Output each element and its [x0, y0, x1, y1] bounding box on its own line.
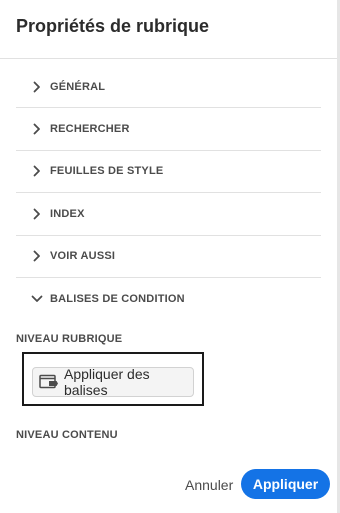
section-label: GÉNÉRAL: [50, 80, 106, 93]
panel-title: Propriétés de rubrique: [16, 16, 210, 36]
apply-tags-button[interactable]: Appliquer des balises: [32, 366, 194, 398]
content-level-label: NIVEAU CONTENU: [16, 429, 118, 441]
chevron-right-icon: [28, 207, 46, 221]
section-label: FEUILLES DE STYLE: [50, 165, 164, 178]
chevron-down-icon: [28, 292, 46, 306]
title-divider: [0, 58, 337, 59]
section-see-also[interactable]: VOIR AUSSI: [16, 236, 321, 278]
apply-tags-icon: [39, 374, 59, 390]
chevron-right-icon: [28, 122, 46, 136]
section-label: BALISES DE CONDITION: [50, 293, 185, 306]
section-label: VOIR AUSSI: [50, 250, 116, 263]
section-label: INDEX: [50, 207, 85, 220]
chevron-right-icon: [28, 80, 46, 94]
section-stylesheets[interactable]: FEUILLES DE STYLE: [16, 151, 321, 194]
cancel-button[interactable]: Annuler: [185, 477, 233, 493]
chevron-right-icon: [28, 249, 46, 263]
sections-list: GÉNÉRAL RECHERCHER FEUILLES DE STYLE IND…: [16, 66, 321, 320]
section-general[interactable]: GÉNÉRAL: [16, 66, 321, 109]
section-search[interactable]: RECHERCHER: [16, 108, 321, 151]
chevron-right-icon: [28, 164, 46, 178]
section-index[interactable]: INDEX: [16, 193, 321, 236]
section-label: RECHERCHER: [50, 123, 130, 136]
topic-level-label: NIVEAU RUBRIQUE: [16, 333, 123, 345]
apply-tags-label: Appliquer des balises: [64, 366, 150, 398]
topic-properties-panel: Propriétés de rubrique GÉNÉRAL RECHERCHE…: [0, 0, 337, 513]
apply-button[interactable]: Appliquer: [241, 469, 330, 499]
section-condition-tags[interactable]: BALISES DE CONDITION: [16, 278, 321, 320]
